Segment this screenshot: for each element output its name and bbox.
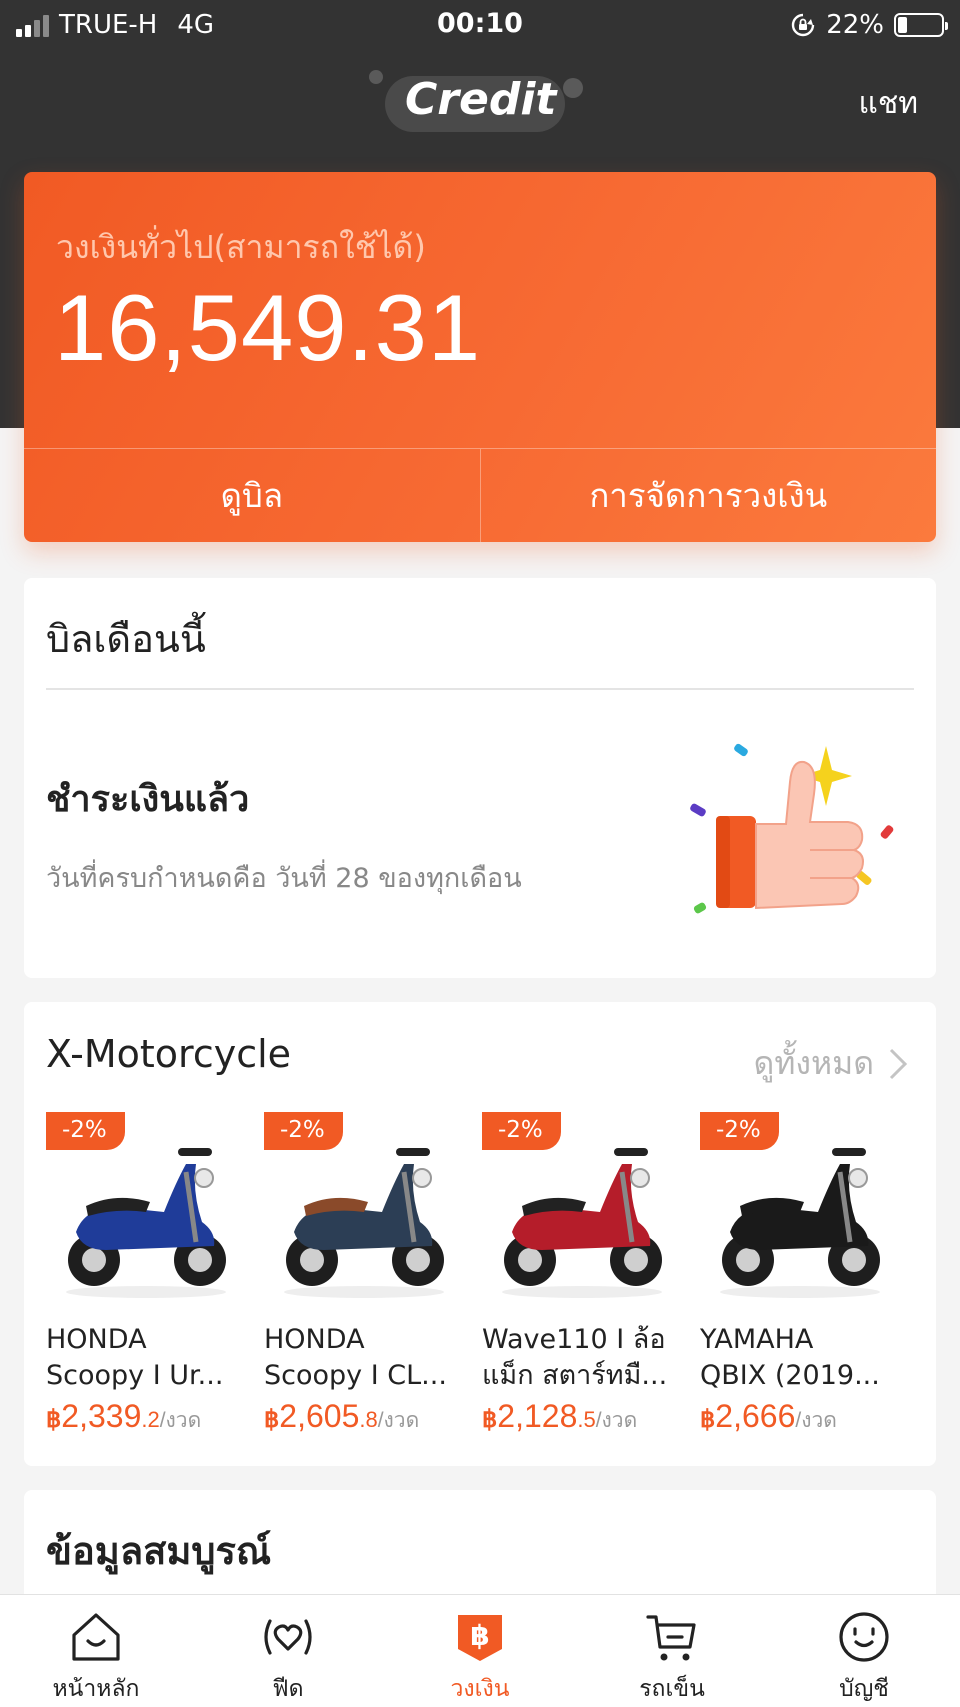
account-icon [839,1612,889,1662]
discount-badge: -2% [482,1112,561,1150]
price-decimal: .8 [359,1407,378,1432]
payment-status: ชำระเงินแล้ว [46,779,250,820]
status-bar: TRUE-H 4G 00:10 22% [0,0,960,50]
product-item[interactable]: -2% HONDA Scoopy I CL... ฿2,605.8/งวด [264,1112,460,1437]
credit-actions: ดูบิล การจัดการวงเงิน [24,448,936,542]
product-name-line1: YAMAHA [700,1324,814,1355]
product-name-line2: Scoopy I CL... [264,1360,447,1391]
price-unit: /งวด [795,1409,837,1432]
product-price: ฿2,605.8/งวด [264,1398,460,1437]
bottom-nav: หน้าหลัก ฟีด ฿ วงเงิน รถเข็น บัญชี [0,1594,960,1707]
thumbs-up-icon [690,743,894,914]
price-unit: /งวด [377,1409,420,1432]
price-integer: 2,666 [715,1398,796,1434]
product-item[interactable]: -2% HONDA Scoopy I Ur... ฿2,339.2/งวด [46,1112,242,1437]
section-title: X-Motorcycle [46,1032,292,1076]
nav-account[interactable]: บัญชี [768,1595,960,1707]
see-all-label: ดูทั้งหมด [753,1044,874,1082]
product-price: ฿2,128.5/งวด [482,1398,678,1437]
currency-symbol: ฿ [46,1406,62,1433]
credit-limit-label: วงเงินทั่วไป(สามารถใช้ได้) [56,228,426,266]
product-image: -2% [264,1112,460,1308]
discount-badge: -2% [264,1112,343,1150]
battery-percent: 22% [826,10,884,40]
price-decimal: .5 [577,1407,596,1432]
nav-cart[interactable]: รถเข็น [576,1595,768,1707]
svg-text:฿: ฿ [470,1619,489,1652]
price-decimal: .2 [141,1407,160,1432]
credit-logo: Credit [369,70,585,132]
nav-home-label: หน้าหลัก [52,1676,140,1702]
logo-text: Credit [405,74,557,125]
price-integer: 2,339 [61,1398,142,1434]
price-integer: 2,128 [497,1398,578,1434]
product-name-line1: HONDA [264,1324,365,1355]
discount-badge: -2% [700,1112,779,1150]
home-icon [72,1613,120,1661]
credit-limit-amount: 16,549.31 [54,275,482,380]
product-image: -2% [482,1112,678,1308]
nav-credit[interactable]: ฿ วงเงิน [384,1595,576,1707]
product-name-line1: Wave110 I ล้อ [482,1324,666,1355]
nav-cart-label: รถเข็น [639,1676,705,1702]
currency-symbol: ฿ [482,1406,498,1433]
discount-badge: -2% [46,1112,125,1150]
price-unit: /งวด [159,1409,202,1432]
credit-limit-card: วงเงินทั่วไป(สามารถใช้ได้) 16,549.31 ดูบ… [24,172,936,542]
divider [46,688,914,690]
battery-icon [894,13,948,37]
nav-feed[interactable]: ฟีด [192,1595,384,1707]
bill-title: บิลเดือนนี้ [46,617,206,661]
currency-symbol: ฿ [264,1406,280,1433]
x-motorcycle-card: X-Motorcycle ดูทั้งหมด -2% HONDA Scoopy I … [24,1002,936,1466]
product-name-line1: HONDA [46,1324,147,1355]
product-name-line2: QBIX (2019... [700,1360,880,1391]
product-image: -2% [46,1112,242,1308]
credit-icon: ฿ [458,1615,502,1661]
nav-feed-label: ฟีด [272,1676,304,1702]
product-name-line2: Scoopy I Ur... [46,1360,224,1391]
rotation-lock-icon [792,13,815,37]
view-bill-button[interactable]: ดูบิล [24,449,480,542]
status-right: 22% [790,10,948,40]
nav-home[interactable]: หน้าหลัก [0,1595,192,1707]
chat-button[interactable]: แชท [859,80,918,127]
cart-icon [646,1615,696,1661]
feed-icon [264,1619,312,1655]
product-item[interactable]: -2% Wave110 I ล้อแม็ก สตาร์ทมื... ฿2,128.5… [482,1112,678,1437]
bill-card[interactable]: บิลเดือนนี้ ชำระเงินแล้ว วันที่ครบกำหนดค… [24,578,936,978]
currency-symbol: ฿ [700,1406,716,1433]
product-image: -2% [700,1112,896,1308]
nav-account-label: บัญชี [839,1676,889,1702]
chevron-right-icon [889,1048,908,1079]
product-list: -2% HONDA Scoopy I Ur... ฿2,339.2/งวด -2% HO… [46,1112,916,1437]
profile-complete-title: ข้อมูลสมบูรณ์ [46,1529,272,1573]
price-unit: /งวด [595,1409,638,1432]
product-item[interactable]: -2% YAMAHA QBIX (2019... ฿2,666/งวด [700,1112,896,1437]
due-date-text: วันที่ครบกำหนดคือ วันที่ 28 ของทุกเดือน [46,863,522,894]
product-price: ฿2,666/งวด [700,1398,896,1437]
price-integer: 2,605 [279,1398,360,1434]
product-name-line2: แม็ก สตาร์ทมื... [482,1360,668,1391]
product-price: ฿2,339.2/งวด [46,1398,242,1437]
manage-limit-button[interactable]: การจัดการวงเงิน [479,449,937,542]
nav-credit-label: วงเงิน [450,1676,510,1702]
see-all-link[interactable]: ดูทั้งหมด [754,1038,908,1089]
